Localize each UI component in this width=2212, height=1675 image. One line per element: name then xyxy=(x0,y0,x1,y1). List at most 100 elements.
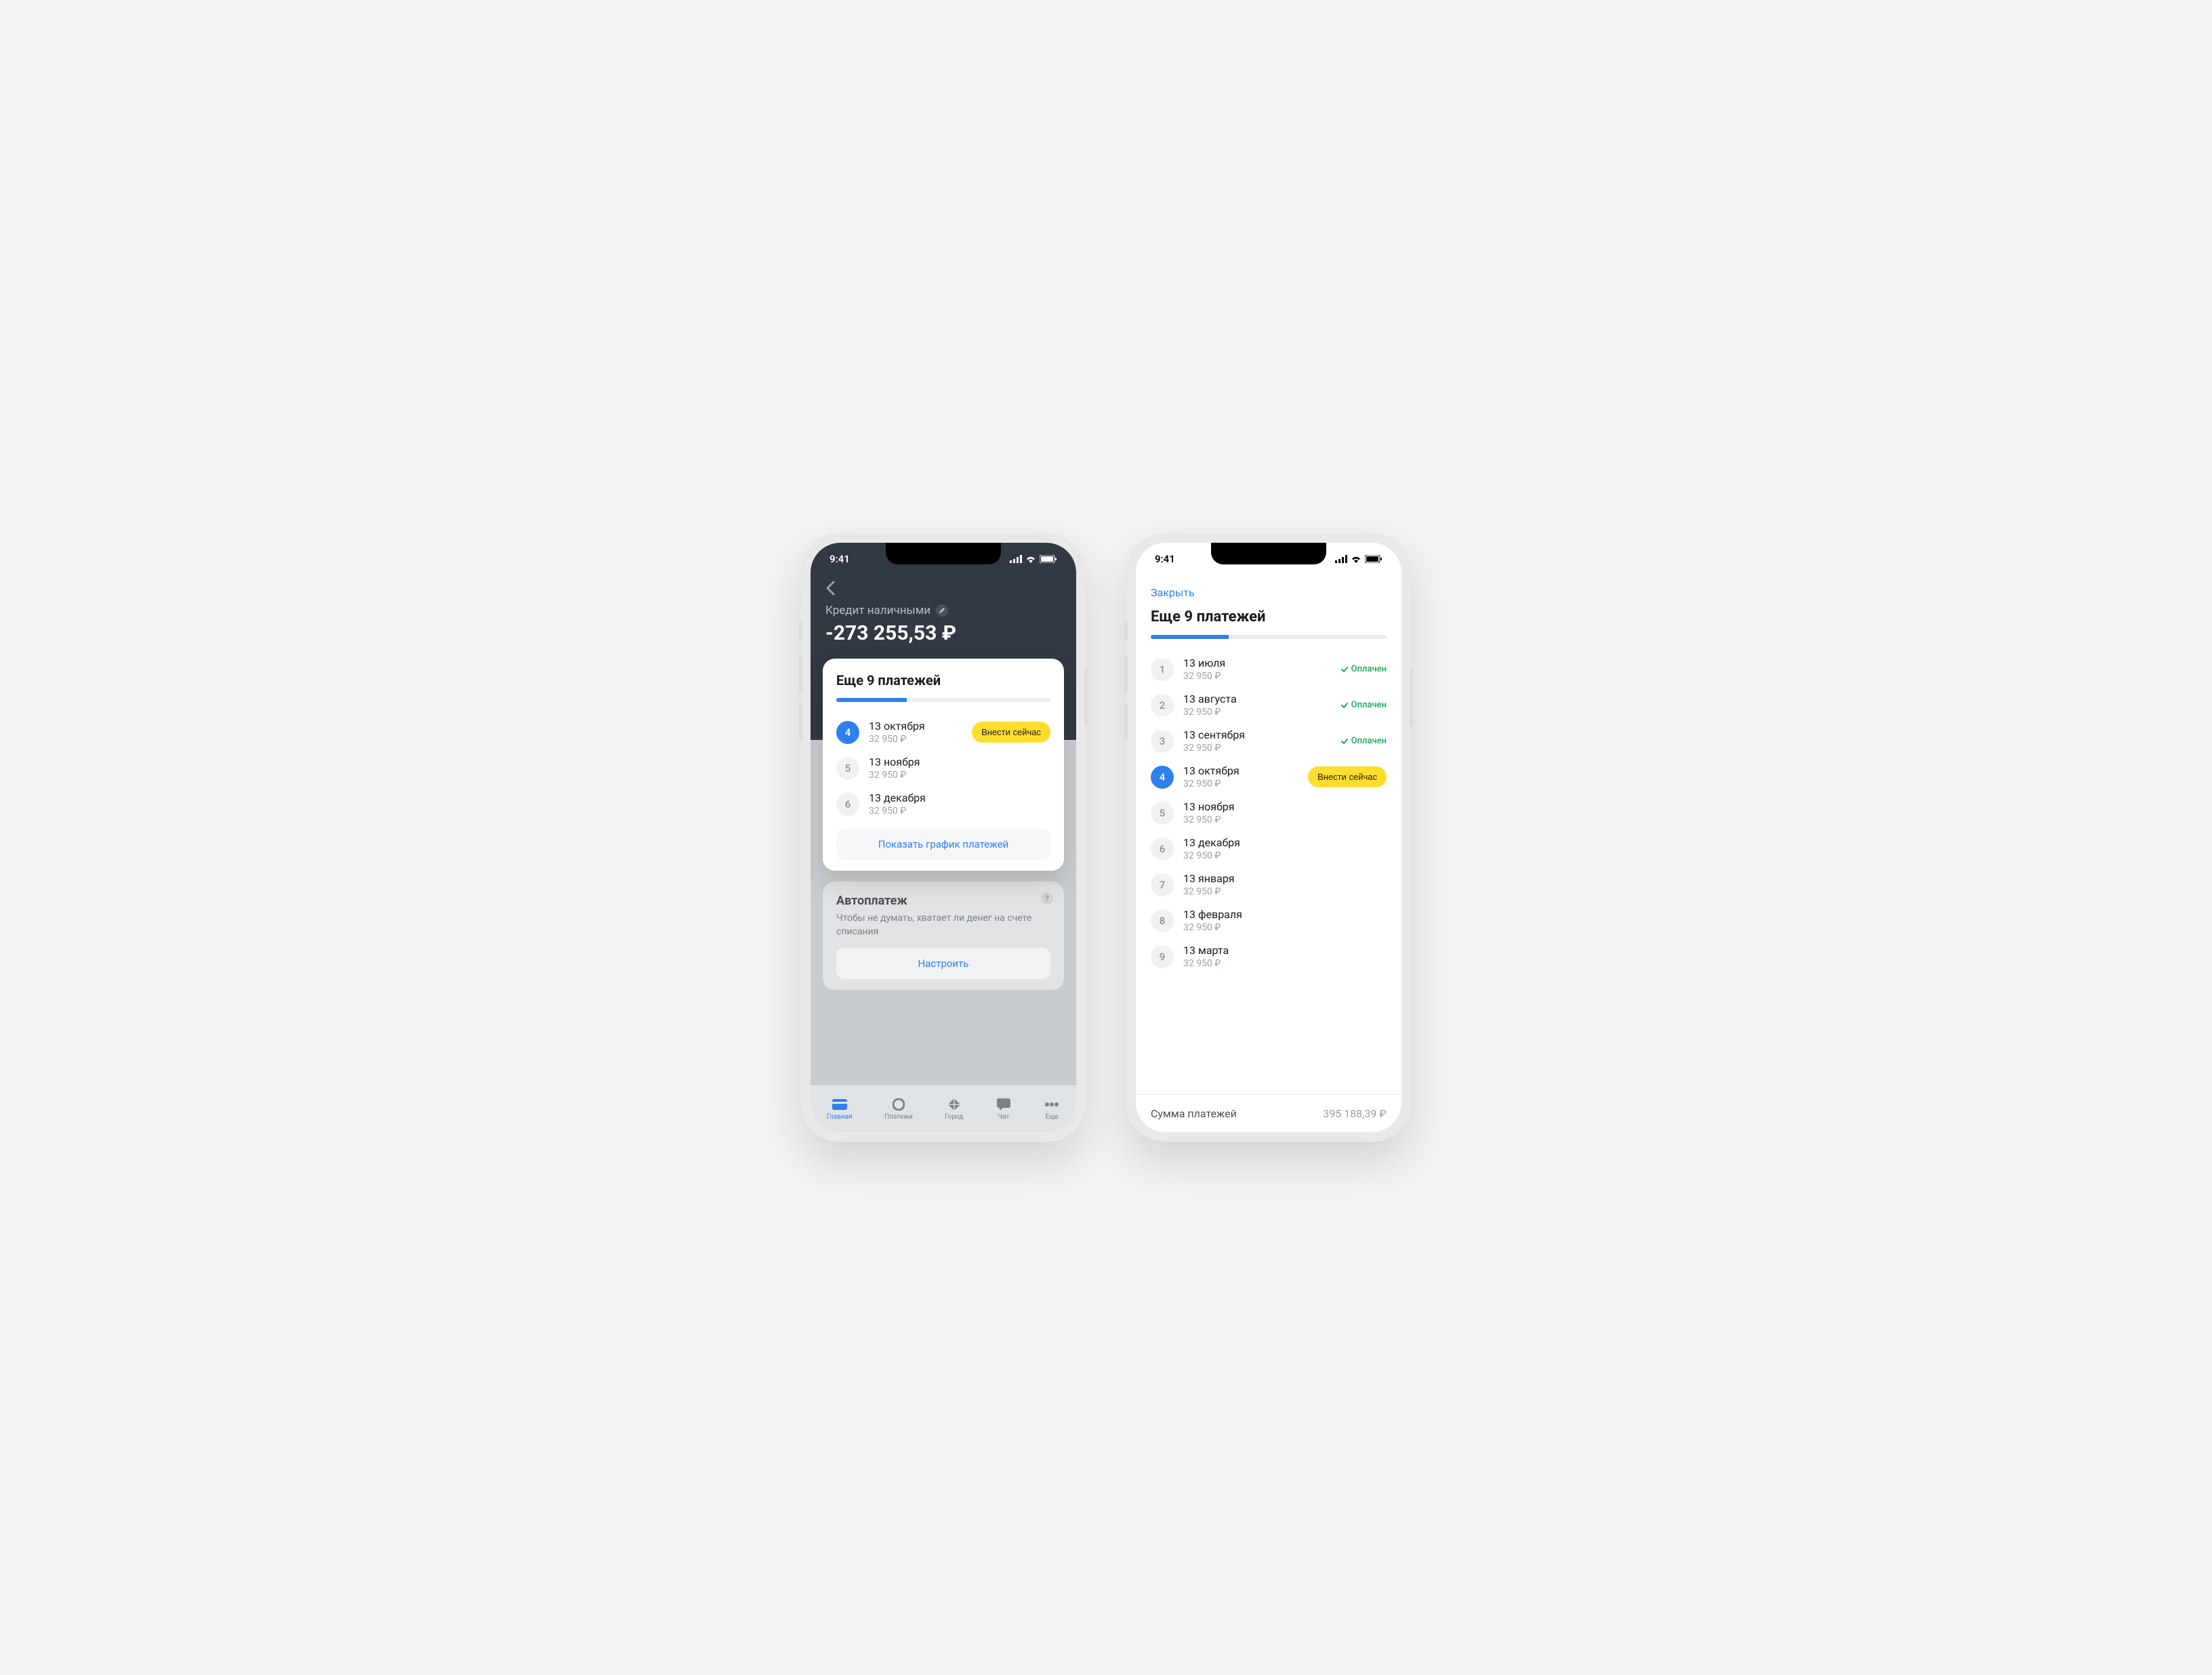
battery-icon xyxy=(1365,555,1382,563)
paid-status: Оплачен xyxy=(1341,700,1387,710)
loan-balance: -273 255,53 ₽ xyxy=(825,621,1061,645)
wifi-icon xyxy=(1025,555,1036,563)
circle-icon xyxy=(890,1098,907,1111)
signal-icon xyxy=(1010,555,1022,563)
payment-number: 4 xyxy=(1151,766,1174,789)
status-time: 9:41 xyxy=(830,553,850,565)
payment-row[interactable]: 6 13 декабря 32 950 ₽ xyxy=(836,786,1050,822)
payments-card: Еще 9 платежей 4 13 октября 32 950 ₽ Внести… xyxy=(823,659,1064,871)
payment-date: 13 января xyxy=(1183,872,1387,885)
wifi-icon xyxy=(1351,555,1361,563)
status-time: 9:41 xyxy=(1155,553,1175,565)
totals-label: Сумма платежей xyxy=(1151,1107,1237,1120)
payment-date: 13 сентября xyxy=(1183,728,1332,741)
tab-label: Платежи xyxy=(884,1113,912,1121)
show-schedule-button[interactable]: Показать график платежей xyxy=(836,829,1050,860)
battery-icon xyxy=(1040,555,1057,563)
tab-chat[interactable]: Чат xyxy=(996,1098,1012,1121)
autopay-card: ? Автоплатеж Чтобы не думать, хватает ли… xyxy=(823,882,1064,990)
payment-number: 5 xyxy=(836,757,859,780)
progress-bar xyxy=(1151,635,1387,639)
payment-row[interactable]: 9 13 марта32 950 ₽ xyxy=(1151,938,1387,974)
tab-dots[interactable]: Еще xyxy=(1044,1098,1060,1121)
tab-circle[interactable]: Платежи xyxy=(884,1098,912,1121)
payment-number: 4 xyxy=(836,721,859,744)
payment-number: 6 xyxy=(836,793,859,816)
payment-row[interactable]: 6 13 декабря32 950 ₽ xyxy=(1151,831,1387,867)
paid-status: Оплачен xyxy=(1341,736,1387,746)
payment-amount: 32 950 ₽ xyxy=(1183,779,1298,789)
payment-row[interactable]: 4 13 октября 32 950 ₽ Внести сейчас xyxy=(836,714,1050,750)
edit-icon[interactable] xyxy=(936,604,948,617)
chat-icon xyxy=(996,1098,1012,1111)
tab-label: Город xyxy=(945,1113,963,1121)
close-button[interactable]: Закрыть xyxy=(1151,581,1387,608)
payment-row[interactable]: 1 13 июля 32 950 ₽ Оплачен xyxy=(1151,651,1387,687)
payment-amount: 32 950 ₽ xyxy=(1183,850,1387,861)
pay-now-button[interactable]: Внести сейчас xyxy=(972,722,1050,743)
payment-date: 13 декабря xyxy=(869,791,1050,804)
autopay-configure-button[interactable]: Настроить xyxy=(836,948,1050,979)
payment-amount: 32 950 ₽ xyxy=(1183,886,1387,897)
payment-amount: 32 950 ₽ xyxy=(1183,671,1332,682)
payment-row[interactable]: 8 13 февраля32 950 ₽ xyxy=(1151,903,1387,938)
payment-number: 7 xyxy=(1151,873,1174,896)
tab-diamond[interactable]: Город xyxy=(945,1098,963,1121)
payment-row[interactable]: 4 13 октября 32 950 ₽ Внести сейчас xyxy=(1151,759,1387,795)
payment-number: 9 xyxy=(1151,945,1174,968)
payment-date: 13 декабря xyxy=(1183,836,1387,849)
payment-date: 13 октября xyxy=(869,720,962,732)
payment-date: 13 февраля xyxy=(1183,908,1387,921)
totals-bar: Сумма платежей 395 188,39 ₽ xyxy=(1136,1094,1401,1132)
tab-label: Главная xyxy=(827,1113,853,1121)
payment-number: 6 xyxy=(1151,838,1174,861)
tab-bar: Главная Платежи Город Чат Еще xyxy=(811,1085,1076,1132)
tab-card[interactable]: Главная xyxy=(827,1098,853,1121)
payment-number: 2 xyxy=(1151,694,1174,717)
payment-row[interactable]: 3 13 сентября 32 950 ₽ Оплачен xyxy=(1151,723,1387,759)
payment-row[interactable]: 5 13 ноября32 950 ₽ xyxy=(1151,795,1387,831)
payment-date: 13 ноября xyxy=(1183,800,1387,813)
card-icon xyxy=(832,1098,848,1111)
payment-amount: 32 950 ₽ xyxy=(869,734,962,745)
help-icon[interactable]: ? xyxy=(1041,892,1053,905)
phone-mockup-2: 9:41 Закрыть Еще 9 платежей xyxy=(1126,533,1411,1142)
signal-icon xyxy=(1335,555,1347,563)
tab-label: Чат xyxy=(998,1113,1009,1121)
pay-now-button[interactable]: Внести сейчас xyxy=(1308,766,1387,787)
payment-amount: 32 950 ₽ xyxy=(1183,958,1387,969)
payment-amount: 32 950 ₽ xyxy=(869,806,1050,816)
progress-bar xyxy=(836,698,1050,702)
dots-icon xyxy=(1044,1098,1060,1111)
tab-label: Еще xyxy=(1046,1113,1059,1121)
payment-date: 13 ноября xyxy=(869,756,1050,768)
autopay-title: Автоплатеж xyxy=(836,894,1050,908)
payment-number: 1 xyxy=(1151,658,1174,681)
phone-mockup-1: 9:41 Кредит на xyxy=(801,533,1086,1142)
payment-row[interactable]: 5 13 ноября 32 950 ₽ xyxy=(836,750,1050,786)
diamond-icon xyxy=(946,1098,962,1111)
payment-amount: 32 950 ₽ xyxy=(1183,743,1332,753)
payment-row[interactable]: 7 13 января32 950 ₽ xyxy=(1151,867,1387,903)
payment-row[interactable]: 2 13 августа 32 950 ₽ Оплачен xyxy=(1151,687,1387,723)
payment-date: 13 июля xyxy=(1183,657,1332,669)
paid-status: Оплачен xyxy=(1341,664,1387,674)
payment-date: 13 августа xyxy=(1183,692,1332,705)
payment-date: 13 октября xyxy=(1183,764,1298,777)
payment-number: 3 xyxy=(1151,730,1174,753)
notch xyxy=(1211,543,1326,564)
payment-amount: 32 950 ₽ xyxy=(1183,922,1387,933)
schedule-title: Еще 9 платежей xyxy=(1151,608,1387,625)
payment-number: 8 xyxy=(1151,909,1174,932)
notch xyxy=(886,543,1001,564)
payment-amount: 32 950 ₽ xyxy=(869,770,1050,781)
totals-value: 395 188,39 ₽ xyxy=(1323,1107,1387,1120)
payment-amount: 32 950 ₽ xyxy=(1183,707,1332,718)
loan-title: Кредит наличными xyxy=(825,604,930,617)
autopay-desc: Чтобы не думать, хватает ли денег на сче… xyxy=(836,912,1050,938)
payment-amount: 32 950 ₽ xyxy=(1183,814,1387,825)
back-button[interactable] xyxy=(825,578,839,598)
payment-number: 5 xyxy=(1151,802,1174,825)
payment-date: 13 марта xyxy=(1183,944,1387,957)
card-title: Еще 9 платежей xyxy=(836,672,1050,688)
